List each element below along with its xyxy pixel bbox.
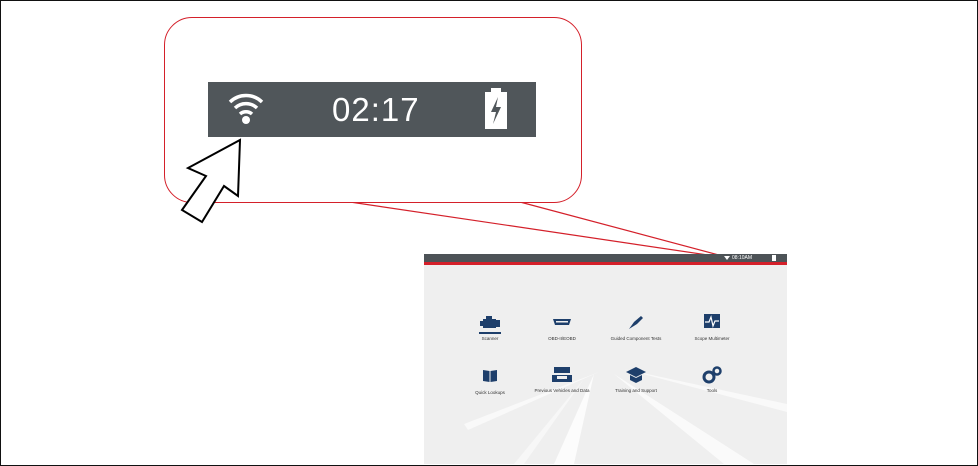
tile-label: Previous Vehicles and Data bbox=[534, 388, 590, 393]
tile-label: Scope Multimeter bbox=[694, 336, 730, 341]
battery-charging-icon bbox=[485, 88, 507, 129]
graduation-cap-icon bbox=[626, 367, 646, 383]
tile-tools[interactable]: Tools bbox=[680, 366, 744, 393]
tile-previous-vehicles[interactable]: Previous Vehicles and Data bbox=[530, 366, 594, 393]
tile-label: Training and Support bbox=[615, 388, 657, 393]
scanner-selected-indicator bbox=[479, 332, 501, 334]
waveform-icon bbox=[704, 314, 720, 329]
tablet-screen: 08:10AM Scanner OBD-II/EOBD Guided Compo… bbox=[424, 254, 787, 464]
tile-scope-multimeter[interactable]: Scope Multimeter bbox=[680, 314, 744, 341]
tile-quick-lookups[interactable]: Quick Lookups bbox=[458, 368, 522, 395]
gears-icon bbox=[702, 366, 722, 384]
vehicles-icon bbox=[552, 367, 572, 382]
tile-label: Tools bbox=[706, 388, 718, 393]
pointer-arrow-icon bbox=[180, 138, 242, 224]
tile-guided-component-tests[interactable]: Guided Component Tests bbox=[604, 314, 668, 341]
tile-label: Scanner bbox=[481, 335, 499, 341]
book-icon bbox=[483, 370, 497, 382]
tile-label: Quick Lookups bbox=[475, 390, 505, 395]
status-time: 02:17 bbox=[332, 91, 420, 128]
tile-obd[interactable]: OBD-II/EOBD bbox=[530, 314, 594, 341]
tile-scanner[interactable]: Scanner bbox=[458, 314, 522, 341]
wifi-icon bbox=[228, 93, 264, 124]
engine-icon bbox=[480, 316, 500, 328]
tile-label: OBD-II/EOBD bbox=[548, 336, 576, 341]
tile-training-support[interactable]: Training and Support bbox=[604, 366, 668, 393]
background-light-rays bbox=[464, 369, 787, 464]
probe-icon bbox=[629, 316, 643, 329]
tile-label: Guided Component Tests bbox=[610, 336, 662, 341]
obd-connector-icon bbox=[553, 319, 571, 325]
